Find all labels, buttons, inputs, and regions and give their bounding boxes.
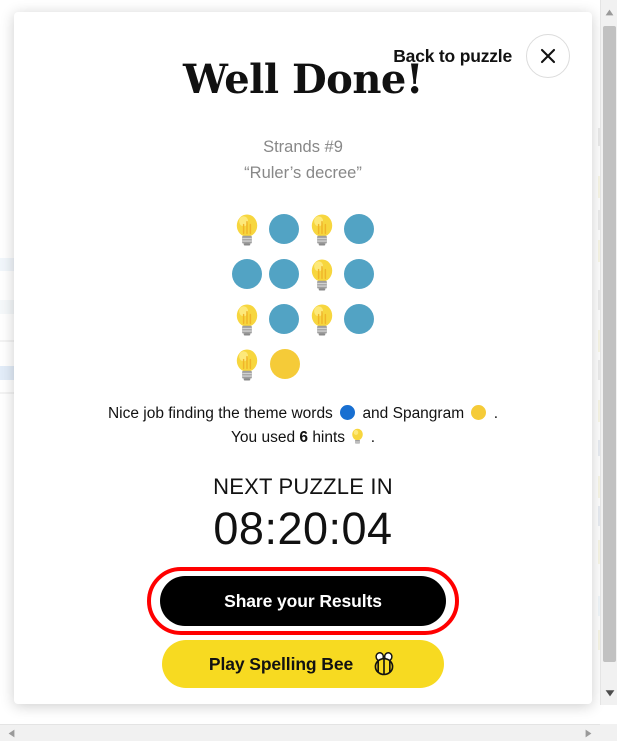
blue-dot [344, 304, 375, 334]
grid-cell-hint [229, 208, 265, 250]
result-grid-row [229, 298, 377, 340]
blue-dot [269, 214, 300, 244]
yellow-dot [270, 349, 300, 379]
horizontal-scrollbar[interactable] [0, 724, 600, 741]
grid-cell-hint [229, 343, 265, 385]
grid-cell-theme-word [229, 253, 265, 295]
triangle-right-icon [585, 729, 592, 738]
result-grid-row [229, 208, 377, 250]
scroll-right-arrow[interactable] [580, 725, 597, 742]
blue-dot [269, 304, 300, 334]
lightbulb-icon [311, 303, 332, 336]
grid-cell-hint [229, 298, 265, 340]
hint-count: 6 [299, 429, 308, 446]
grid-cell-hint [304, 253, 340, 295]
window-bottom-edge [0, 741, 617, 750]
lightbulb-icon [236, 348, 258, 381]
grid-cell-theme-word [342, 253, 378, 295]
spelling-bee-label: Play Spelling Bee [208, 653, 354, 674]
result-description: Nice job finding the theme words and Spa… [14, 402, 592, 450]
description-part-1: Nice job finding the theme words [107, 405, 333, 422]
grid-cell-theme-word [342, 298, 378, 340]
lightbulb-icon [311, 258, 332, 291]
lightbulb-icon [236, 213, 257, 246]
description-part-2: and Spangram [362, 405, 465, 422]
spangram-dot [471, 405, 487, 420]
puzzle-number: Strands #9 [263, 138, 343, 156]
browser-viewport: Back to puzzle Well Done! Strands #9 “Ru… [0, 0, 617, 750]
grid-cell-theme-word [267, 253, 303, 295]
result-grid [14, 208, 592, 385]
grid-cell-theme-word [267, 298, 303, 340]
next-puzzle-label: NEXT PUZZLE IN [213, 474, 393, 499]
blue-dot [344, 259, 375, 289]
share-button-highlight: Share your Results [147, 567, 459, 635]
vertical-scrollbar[interactable] [600, 0, 617, 705]
theme-word-dot [340, 405, 356, 420]
blue-dot [269, 259, 300, 289]
lightbulb-icon [311, 213, 332, 246]
lightbulb-icon [352, 428, 364, 444]
grid-cell-hint [304, 208, 340, 250]
share-results-button[interactable]: Share your Results [160, 576, 446, 626]
lightbulb-icon [236, 303, 257, 336]
description-part-4: hints [312, 429, 346, 446]
page-title: Well Done! [183, 56, 423, 103]
scroll-up-arrow[interactable] [601, 4, 617, 21]
countdown-timer: 08:20:04 [213, 503, 393, 554]
triangle-left-icon [8, 729, 15, 738]
triangle-down-icon [605, 689, 614, 696]
puzzle-subtitle: Strands #9 “Ruler’s decree” [14, 134, 592, 186]
scroll-down-arrow[interactable] [601, 684, 617, 701]
puzzle-theme: “Ruler’s decree” [244, 164, 362, 182]
blue-dot [344, 214, 375, 244]
grid-cell-theme-word [342, 208, 378, 250]
scrollbar-corner [600, 724, 617, 741]
result-grid-row [229, 343, 377, 385]
result-grid-row [229, 253, 377, 295]
vertical-scroll-thumb[interactable] [603, 26, 616, 662]
bee-icon [374, 652, 394, 676]
triangle-up-icon [605, 9, 614, 16]
blue-dot [231, 259, 262, 289]
scroll-left-arrow[interactable] [3, 725, 20, 742]
play-spelling-bee-button[interactable]: Play Spelling Bee [162, 640, 444, 688]
description-part-5: . [370, 429, 375, 446]
well-done-modal: Back to puzzle Well Done! Strands #9 “Ru… [14, 12, 592, 704]
grid-cell-theme-word [267, 208, 303, 250]
grid-cell-hint [304, 298, 340, 340]
grid-cell-spangram [267, 343, 303, 385]
